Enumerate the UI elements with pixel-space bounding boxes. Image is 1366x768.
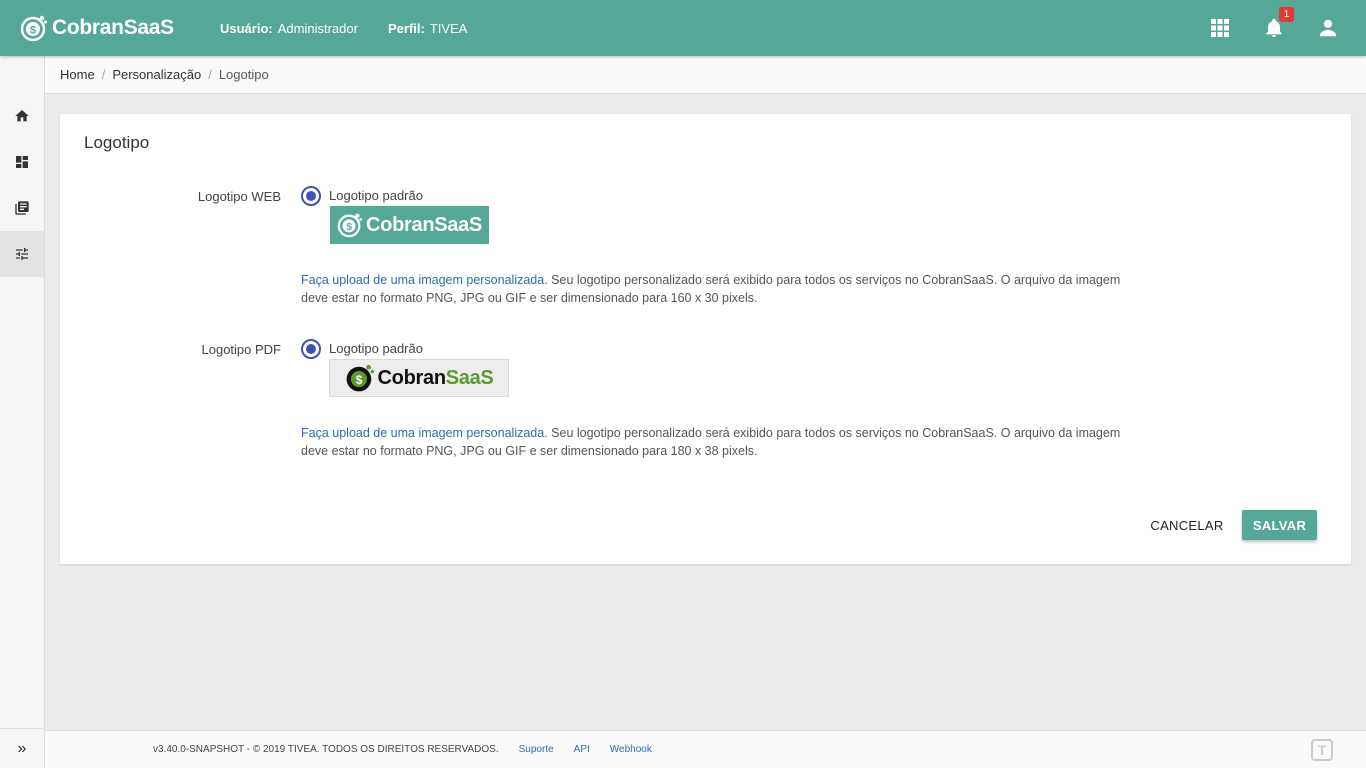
- pdf-logo-text-part2: SaaS: [445, 366, 494, 389]
- tune-icon: [16, 248, 28, 260]
- sidebar-item-library[interactable]: [0, 185, 44, 231]
- web-logo-text: CobranSaaS: [366, 213, 482, 236]
- web-default-logo-option: Logotipo padrão: [329, 188, 423, 203]
- sidebar-item-dashboard[interactable]: [0, 139, 44, 185]
- cobransaas-logo-icon: $: [20, 15, 48, 42]
- library-icon: [15, 201, 29, 215]
- web-logo-label: Logotipo WEB: [197, 189, 281, 204]
- brand-logo[interactable]: $ CobranSaaS: [20, 14, 220, 42]
- logo-settings-card: Logotipo Logotipo WEB Logotipo padrão $ …: [60, 114, 1351, 564]
- web-logo-preview: $ CobranSaaS: [330, 206, 489, 244]
- sidebar-item-home[interactable]: [0, 93, 44, 139]
- notification-badge: 1: [1279, 7, 1294, 22]
- pdf-logo-label: Logotipo PDF: [201, 342, 282, 357]
- breadcrumb-current: Logotipo: [218, 67, 269, 82]
- web-default-logo-radio[interactable]: [301, 186, 321, 206]
- user-value: Administrador: [277, 20, 358, 36]
- pdf-logo-preview: $ Cobran SaaS: [329, 359, 509, 397]
- svg-text:$: $: [355, 374, 362, 387]
- sidebar-expand-button[interactable]: »: [0, 728, 44, 768]
- double-chevron-right-icon: »: [17, 739, 27, 757]
- cancel-button[interactable]: CANCELAR: [1142, 510, 1232, 540]
- sidebar-item-personalization[interactable]: [0, 231, 44, 277]
- breadcrumb-personalization[interactable]: Personalização: [112, 67, 201, 82]
- user-label: Usuário:: [220, 20, 273, 36]
- user-icon: [1319, 19, 1337, 37]
- svg-text:$: $: [346, 222, 352, 233]
- pdf-logo-help: Faça upload de uma imagem personalizada.…: [301, 424, 1121, 460]
- pdf-upload-link[interactable]: Faça upload de uma imagem personalizada.: [301, 426, 548, 440]
- breadcrumb-separator: /: [208, 67, 212, 82]
- footer-link-webhook[interactable]: Webhook: [610, 744, 652, 755]
- notifications-button[interactable]: 1: [1262, 7, 1294, 40]
- pdf-default-logo-option: Logotipo padrão: [329, 341, 423, 356]
- web-upload-link[interactable]: Faça upload de uma imagem personalizada.: [301, 273, 548, 287]
- breadcrumb: Home / Personalização / Logotipo: [45, 56, 1366, 94]
- pdf-logo-text-part1: Cobran: [377, 366, 447, 389]
- copyright-text: v3.40.0-SNAPSHOT - © 2019 TIVEA. TODOS O…: [153, 744, 499, 755]
- sidebar: »: [0, 56, 45, 768]
- pdf-default-logo-radio[interactable]: [301, 339, 321, 359]
- breadcrumb-home[interactable]: Home: [60, 67, 95, 82]
- brand-name: CobranSaaS: [52, 16, 174, 39]
- apps-button[interactable]: [1208, 16, 1232, 40]
- home-icon: [15, 110, 29, 122]
- page-title: Logotipo: [84, 133, 150, 152]
- account-button[interactable]: [1316, 16, 1340, 40]
- tivea-logo-icon: T: [1311, 739, 1333, 761]
- cobransaas-logo-icon: $: [346, 364, 374, 392]
- save-button[interactable]: SALVAR: [1242, 510, 1317, 540]
- top-bar: $ CobranSaaS Usuário: Administrador Perf…: [0, 0, 1366, 56]
- dashboard-icon: [16, 156, 28, 168]
- svg-text:$: $: [30, 25, 36, 37]
- session-info: Usuário: Administrador Perfil: TIVEA: [220, 21, 497, 36]
- profile-value: TIVEA: [429, 20, 468, 36]
- apps-grid-icon: [1211, 19, 1229, 37]
- breadcrumb-separator: /: [101, 67, 106, 82]
- web-logo-help: Faça upload de uma imagem personalizada.…: [301, 271, 1121, 307]
- footer-link-support[interactable]: Suporte: [519, 744, 554, 755]
- cobransaas-logo-icon: $: [337, 213, 363, 238]
- footer-link-api[interactable]: API: [574, 744, 590, 755]
- profile-label: Perfil:: [387, 20, 425, 36]
- footer: v3.40.0-SNAPSHOT - © 2019 TIVEA. TODOS O…: [45, 730, 1366, 768]
